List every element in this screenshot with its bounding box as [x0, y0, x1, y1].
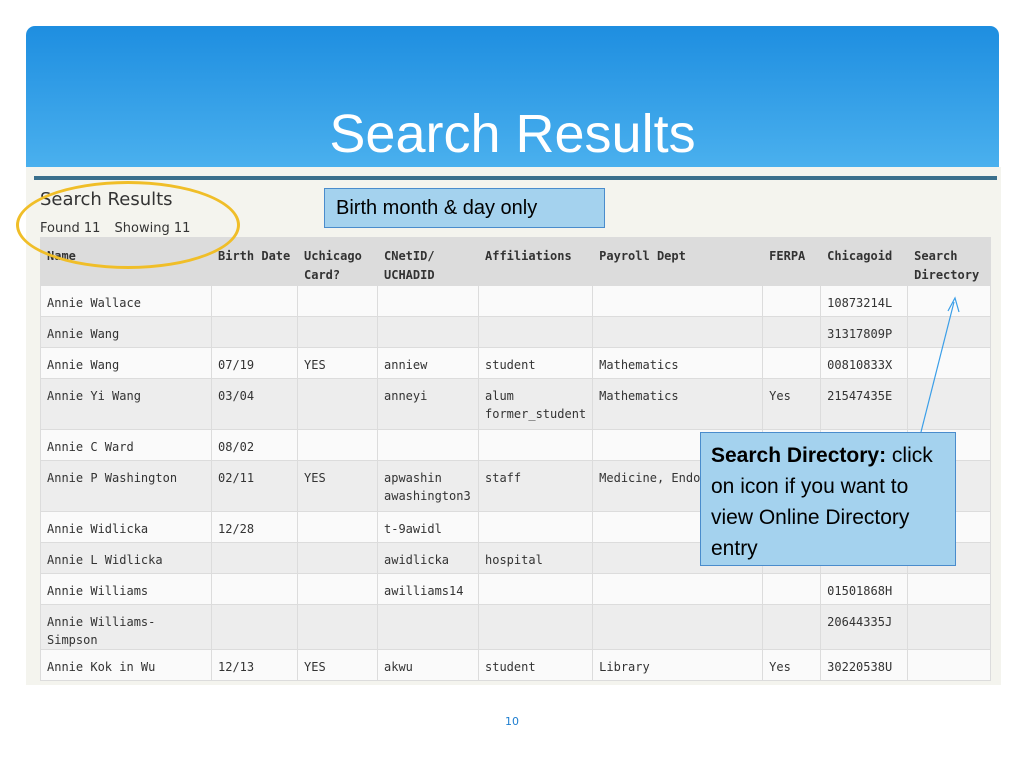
callout-title: Search Directory:: [711, 444, 887, 467]
pointer-arrow: [920, 296, 960, 433]
page-number: 10: [505, 715, 519, 728]
search-directory-callout: Search Directory: click on icon if you w…: [700, 432, 956, 566]
